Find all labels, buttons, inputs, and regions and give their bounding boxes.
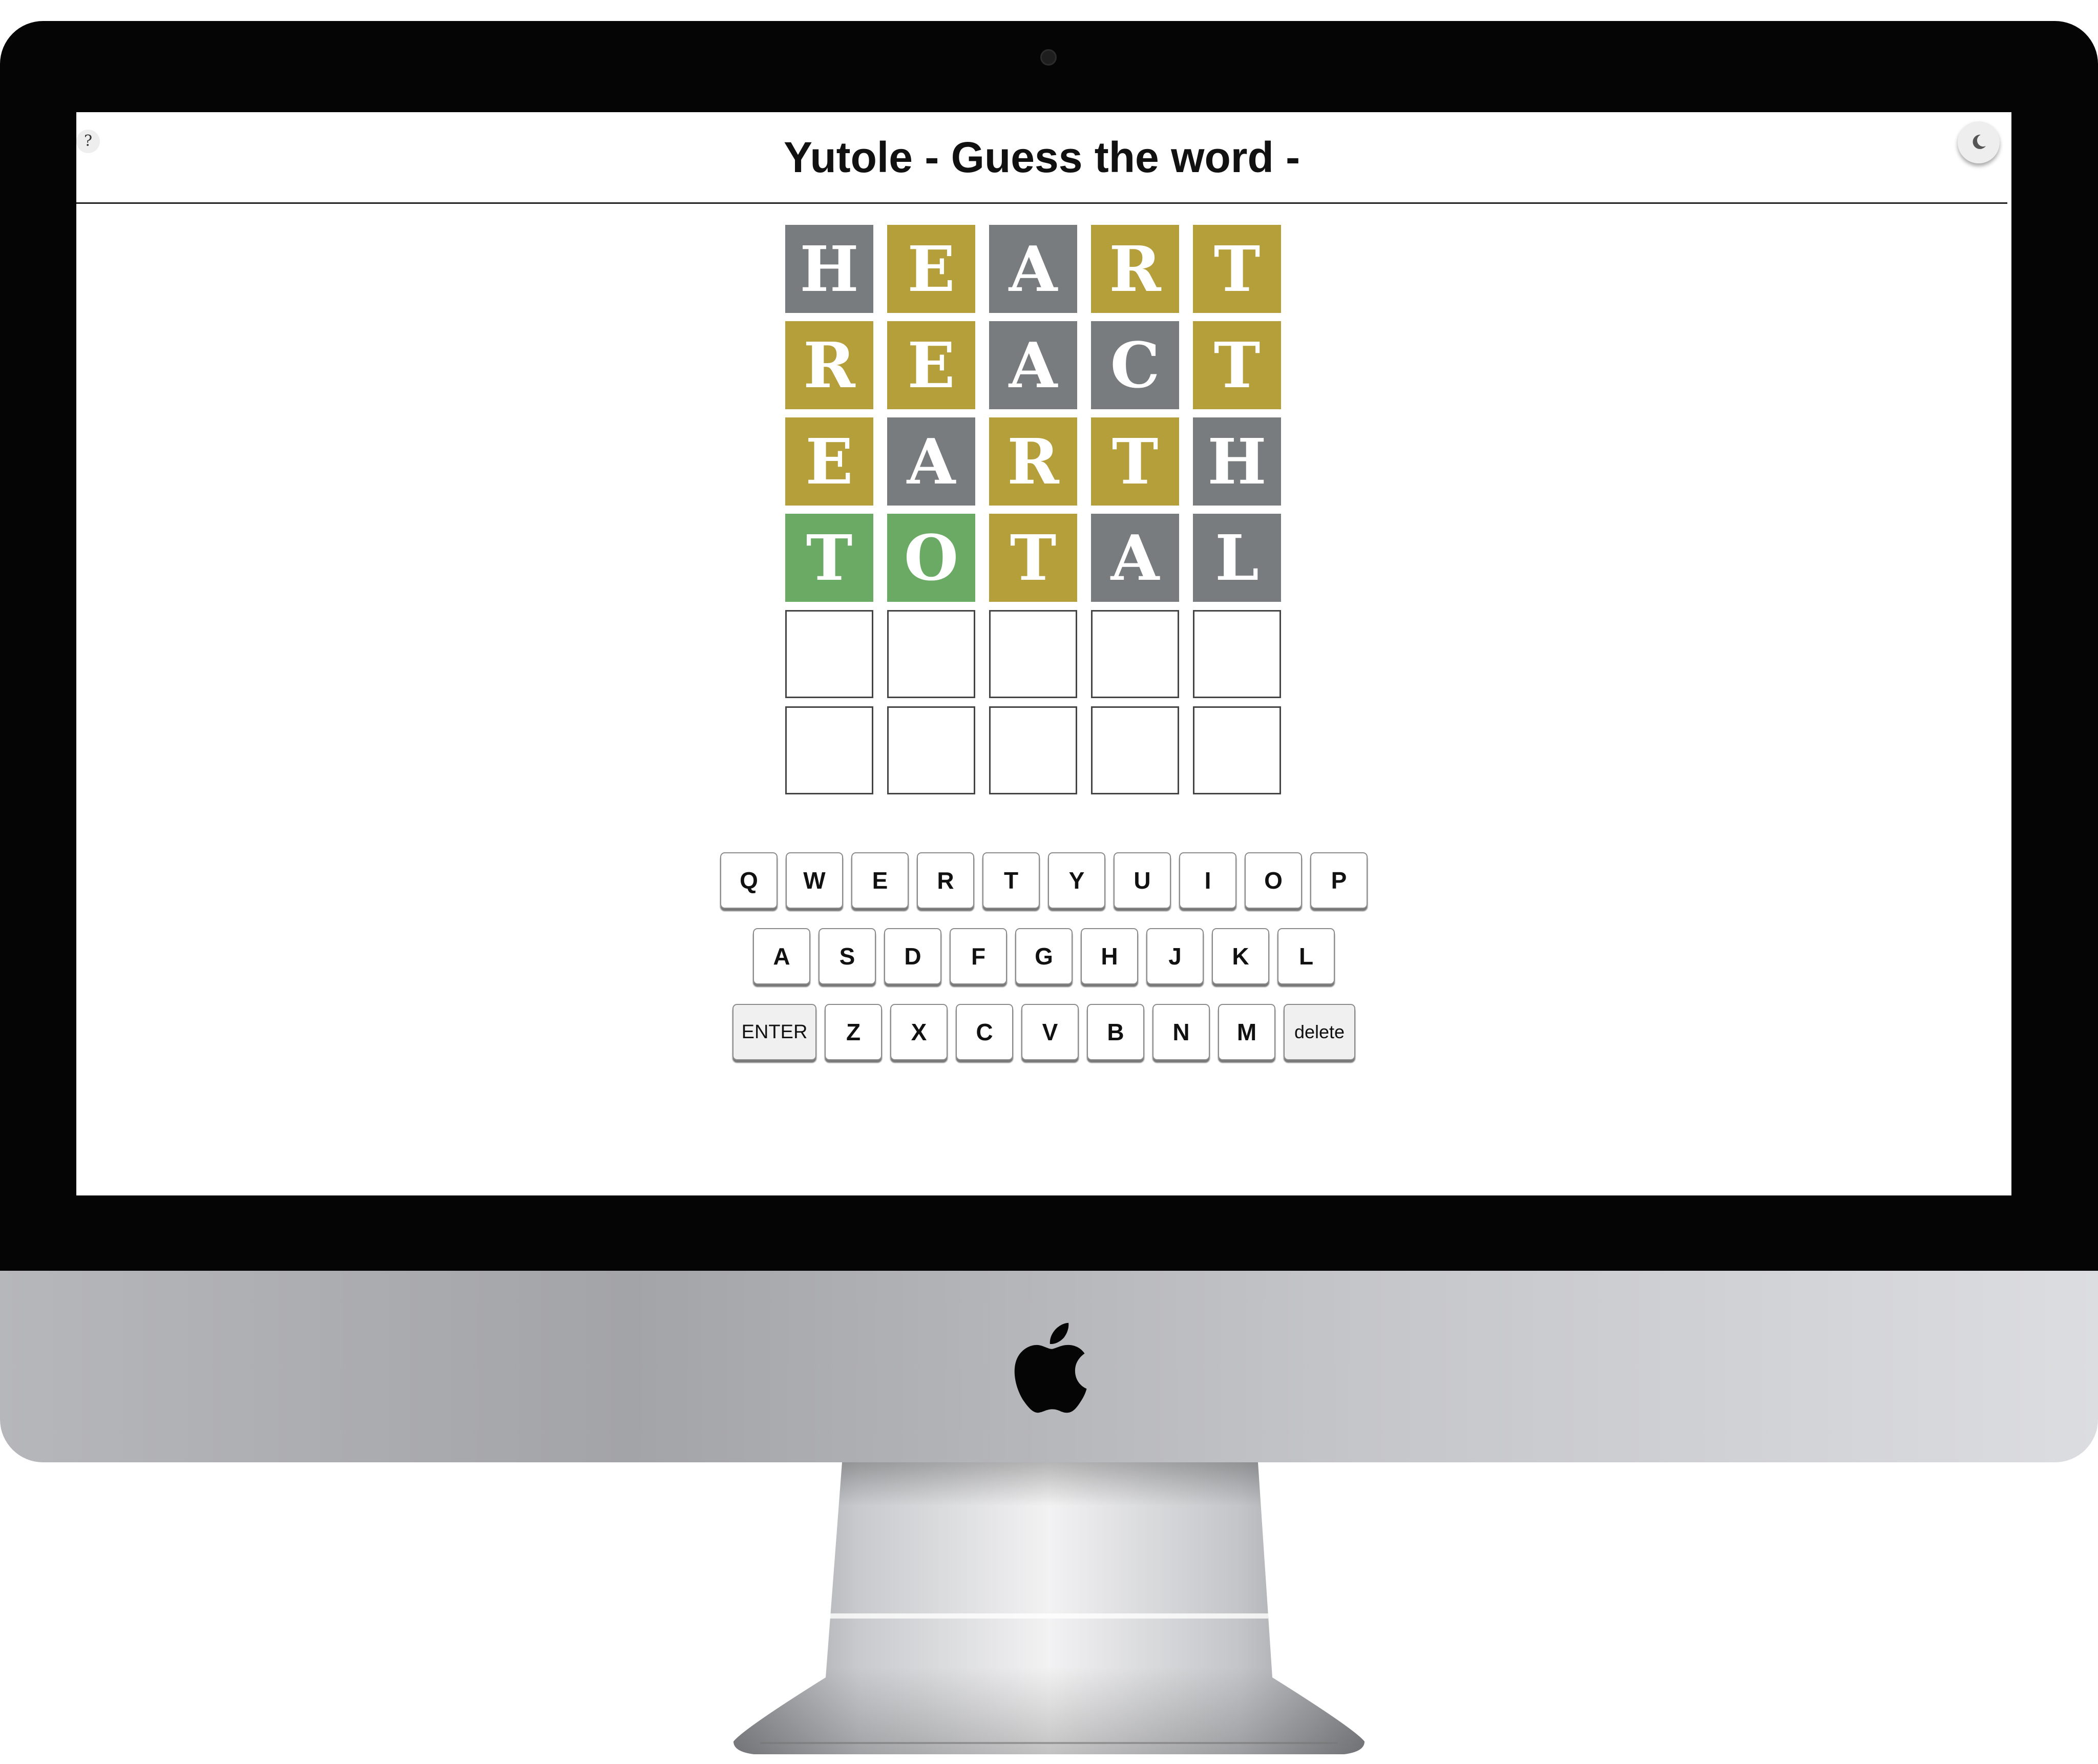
key-a[interactable]: A: [753, 928, 810, 984]
key-u[interactable]: U: [1114, 852, 1171, 909]
page-title: Yutole - Guess the word -: [783, 133, 1300, 181]
letter-tile: T: [1193, 225, 1281, 313]
letter-tile: C: [1091, 321, 1179, 409]
key-o[interactable]: O: [1245, 852, 1302, 909]
letter-tile: E: [887, 225, 975, 313]
key-y[interactable]: Y: [1048, 852, 1105, 909]
key-p[interactable]: P: [1310, 852, 1368, 909]
key-l[interactable]: L: [1277, 928, 1335, 984]
empty-tile: [887, 610, 975, 698]
letter-tile: T: [1193, 321, 1281, 409]
letter-tile: T: [989, 514, 1077, 602]
letter-tile: L: [1193, 514, 1281, 602]
key-m[interactable]: M: [1218, 1004, 1275, 1060]
key-k[interactable]: K: [1212, 928, 1269, 984]
apple-logo-icon: [1014, 1322, 1087, 1413]
empty-tile: [989, 610, 1077, 698]
letter-tile: E: [887, 321, 975, 409]
key-w[interactable]: W: [786, 852, 843, 909]
empty-tile: [989, 706, 1077, 794]
delete-key[interactable]: delete: [1284, 1004, 1355, 1060]
game-board: HEARTREACTEARTHTOTAL: [785, 225, 1281, 794]
letter-tile: A: [887, 417, 975, 506]
keyboard-row: ASDFGHJKL: [76, 928, 2011, 984]
letter-tile: O: [887, 514, 975, 602]
letter-tile: R: [1091, 225, 1179, 313]
key-z[interactable]: Z: [825, 1004, 882, 1060]
key-q[interactable]: Q: [720, 852, 778, 909]
key-d[interactable]: D: [884, 928, 941, 984]
key-n[interactable]: N: [1152, 1004, 1210, 1060]
key-e[interactable]: E: [851, 852, 909, 909]
empty-tile: [785, 706, 873, 794]
moon-icon: [1973, 134, 1986, 149]
monitor-stand: [733, 1462, 1365, 1754]
letter-tile: H: [1193, 417, 1281, 506]
header-bar: ? Yutole - Guess the word -: [76, 112, 2007, 204]
letter-tile: T: [1091, 417, 1179, 506]
theme-toggle-button[interactable]: [1958, 121, 2000, 163]
key-f[interactable]: F: [950, 928, 1007, 984]
empty-tile: [1193, 706, 1281, 794]
key-b[interactable]: B: [1087, 1004, 1144, 1060]
empty-tile: [887, 706, 975, 794]
empty-tile: [785, 610, 873, 698]
app-screen: ? Yutole - Guess the word - HEARTREACTEA…: [76, 112, 2011, 1195]
letter-tile: E: [785, 417, 873, 506]
on-screen-keyboard: Q W E R T Y U I O P A S D F G H J K L ENTER Z X C V B N Mdelete: [76, 852, 2011, 1080]
camera-icon: [1040, 49, 1057, 66]
keyboard-row: ENTER Z X C V B N Mdelete: [76, 1004, 2011, 1060]
letter-tile: R: [785, 321, 873, 409]
enter-key[interactable]: ENTER: [732, 1004, 816, 1060]
letter-tile: H: [785, 225, 873, 313]
letter-tile: A: [989, 321, 1077, 409]
key-c[interactable]: C: [956, 1004, 1013, 1060]
empty-tile: [1193, 610, 1281, 698]
key-h[interactable]: H: [1081, 928, 1138, 984]
key-j[interactable]: J: [1146, 928, 1204, 984]
letter-tile: T: [785, 514, 873, 602]
key-i[interactable]: I: [1179, 852, 1236, 909]
key-v[interactable]: V: [1021, 1004, 1079, 1060]
empty-tile: [1091, 706, 1179, 794]
key-t[interactable]: T: [982, 852, 1040, 909]
key-x[interactable]: X: [890, 1004, 948, 1060]
empty-tile: [1091, 610, 1179, 698]
key-r[interactable]: R: [917, 852, 974, 909]
letter-tile: R: [989, 417, 1077, 506]
letter-tile: A: [989, 225, 1077, 313]
key-g[interactable]: G: [1015, 928, 1073, 984]
keyboard-row: QWERTYUIOP: [76, 852, 2011, 909]
letter-tile: A: [1091, 514, 1179, 602]
key-s[interactable]: S: [819, 928, 876, 984]
